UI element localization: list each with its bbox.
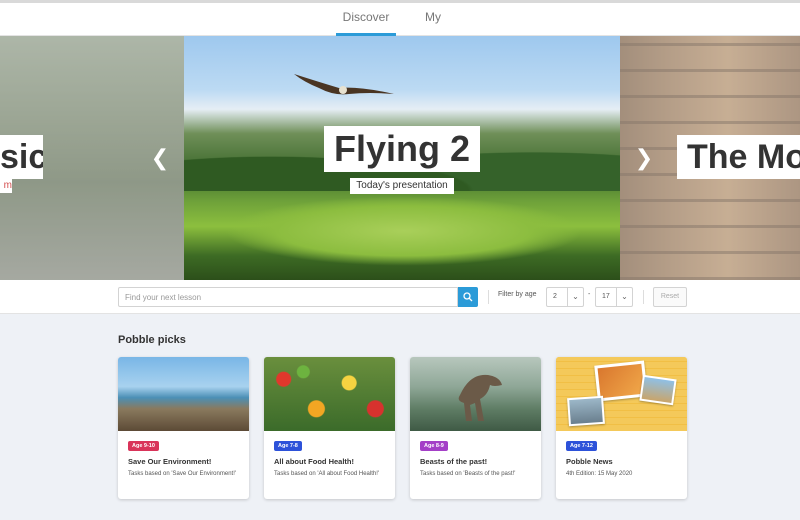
max-age-value: 17 (602, 293, 610, 300)
lesson-card[interactable]: Age 8-9 Beasts of the past! Tasks based … (410, 357, 541, 499)
photo-print (639, 374, 677, 406)
max-age-select[interactable]: 17 ⌄ (595, 287, 633, 307)
current-slide-subtitle: Today's presentation (350, 178, 454, 194)
age-badge: Age 9-10 (128, 441, 159, 451)
dinosaur-icon (458, 374, 502, 421)
reset-button[interactable]: Reset (653, 287, 687, 307)
chevron-left-icon[interactable]: ❮ (150, 146, 170, 170)
card-description: Tasks based on 'All about Food Health!' (274, 471, 380, 477)
beach-litter-image (118, 357, 249, 431)
search-icon (463, 292, 473, 302)
lesson-card[interactable]: Age 7-12 Pobble News 4th Edition: 15 May… (556, 357, 687, 499)
card-title: All about Food Health! (274, 457, 354, 466)
eagle-image (294, 74, 394, 95)
news-collage-image (556, 357, 687, 431)
previous-slide-title: sic (0, 135, 43, 179)
search-filter-bar: Filter by age 2 ⌄ - 17 ⌄ Reset (0, 280, 800, 314)
divider (643, 290, 644, 304)
scenery-river (224, 196, 584, 266)
search-button[interactable] (458, 287, 478, 307)
lesson-card[interactable]: Age 7-8 All about Food Health! Tasks bas… (264, 357, 395, 499)
section-heading: Pobble picks (118, 334, 186, 346)
dinosaur-image (410, 357, 541, 431)
chevron-down-icon: ⌄ (567, 288, 583, 306)
filter-by-age-label: Filter by age (498, 291, 537, 298)
divider (488, 290, 489, 304)
age-badge: Age 7-12 (566, 441, 597, 451)
chevron-down-icon: ⌄ (616, 288, 632, 306)
search-input[interactable] (118, 287, 458, 307)
chevron-right-icon[interactable]: ❯ (634, 146, 654, 170)
photo-print (567, 395, 605, 427)
food-bowls-image (264, 357, 395, 431)
card-title: Beasts of the past! (420, 457, 488, 466)
tab-discover[interactable]: Discover (336, 3, 396, 36)
card-title: Pobble News (566, 457, 613, 466)
carousel-slide-current[interactable]: Flying 2 Today's presentation (184, 36, 620, 280)
card-title: Save Our Environment! (128, 457, 212, 466)
card-description: 4th Edition: 15 May 2020 (566, 471, 633, 477)
age-badge: Age 7-8 (274, 441, 302, 451)
age-badge: Age 8-9 (420, 441, 448, 451)
lesson-card[interactable]: Age 9-10 Save Our Environment! Tasks bas… (118, 357, 249, 499)
card-description: Tasks based on 'Beasts of the past!' (420, 471, 516, 477)
lesson-carousel: sic m Flying 2 Today's presentation The … (0, 36, 800, 280)
next-slide-title: The Mo (677, 135, 800, 179)
top-nav: Discover My lessons (0, 0, 800, 52)
tab-my-lessons[interactable]: My lessons (405, 3, 461, 52)
min-age-value: 2 (553, 293, 557, 300)
age-range-separator: - (588, 291, 591, 298)
min-age-select[interactable]: 2 ⌄ (546, 287, 584, 307)
card-description: Tasks based on 'Save Our Environment!' (128, 471, 237, 477)
previous-slide-subtitle: m (0, 179, 12, 193)
current-slide-title: Flying 2 (324, 126, 480, 172)
